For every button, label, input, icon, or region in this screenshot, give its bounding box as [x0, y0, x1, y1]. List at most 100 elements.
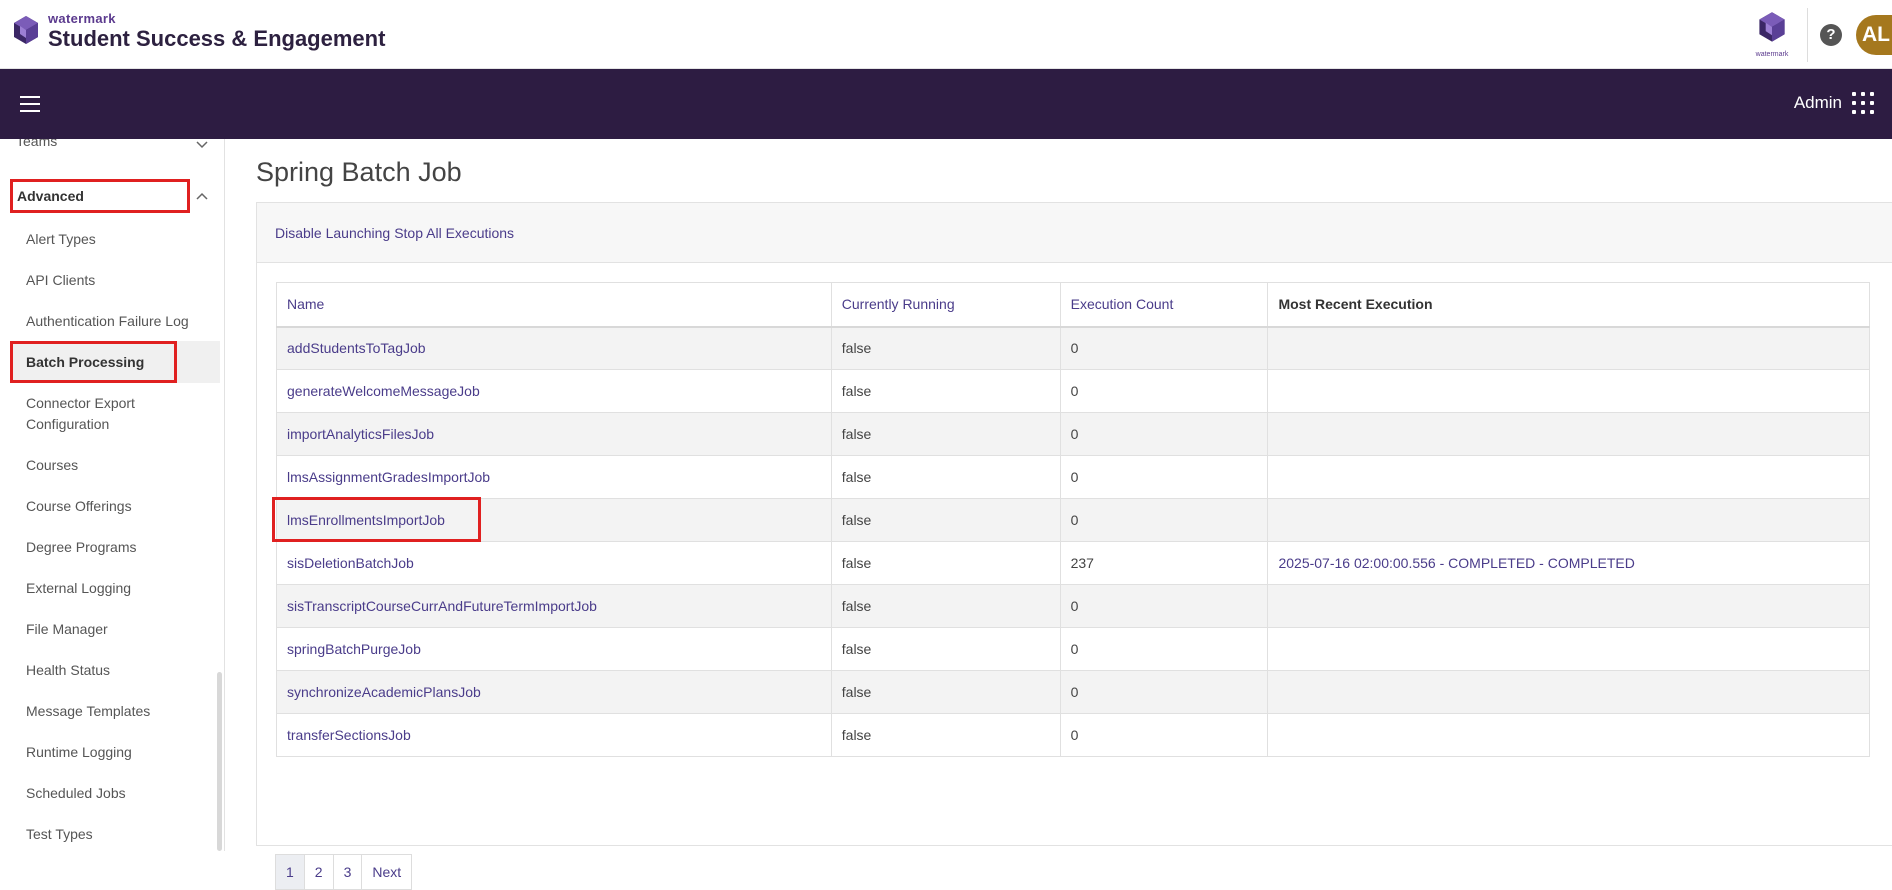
job-name-link[interactable]: sisTranscriptCourseCurrAndFutureTermImpo…: [276, 584, 832, 628]
sidebar-item-file-manager[interactable]: File Manager: [26, 619, 108, 640]
job-name-link[interactable]: lmsEnrollmentsImportJob: [276, 498, 832, 542]
sidebar-item-message-templates[interactable]: Message Templates: [26, 701, 150, 722]
currently-running-cell: false: [830, 713, 1061, 757]
most-recent-execution-cell: [1267, 584, 1870, 628]
navbar: Admin: [0, 69, 1892, 139]
execution-count-cell: 0: [1059, 498, 1269, 542]
table-row: lmsEnrollmentsImportJob false 0: [276, 498, 1870, 542]
header-divider: [1807, 7, 1808, 62]
sidebar-section-advanced[interactable]: Advanced: [10, 179, 190, 213]
job-name-link[interactable]: addStudentsToTagJob: [276, 326, 832, 370]
most-recent-execution-cell: [1267, 498, 1870, 542]
most-recent-execution-cell: [1267, 326, 1870, 370]
job-name-link[interactable]: importAnalyticsFilesJob: [276, 412, 832, 456]
watermark-badge: watermark: [1751, 8, 1793, 62]
job-name-link[interactable]: transferSectionsJob: [276, 713, 832, 757]
sidebar-scrollbar[interactable]: [217, 672, 222, 851]
column-header-name[interactable]: Name: [276, 282, 832, 328]
most-recent-execution-cell: [1267, 369, 1870, 413]
sidebar-item-authentication-failure-log[interactable]: Authentication Failure Log: [26, 311, 189, 332]
job-name-link[interactable]: lmsAssignmentGradesImportJob: [276, 455, 832, 499]
currently-running-cell: false: [830, 369, 1061, 413]
currently-running-cell: false: [830, 627, 1061, 671]
sidebar-item-connector-export[interactable]: Connector Export: [26, 393, 135, 414]
sidebar: Teams Advanced Alert Types API Clients A…: [0, 139, 225, 851]
table-row: springBatchPurgeJob false 0: [276, 627, 1870, 671]
execution-count-cell: 0: [1059, 412, 1269, 456]
brand[interactable]: watermark Student Success & Engagement: [10, 12, 385, 52]
currently-running-cell: false: [830, 455, 1061, 499]
execution-count-cell: 0: [1059, 455, 1269, 499]
execution-count-cell: 0: [1059, 627, 1269, 671]
panel-actions: Disable Launching Stop All Executions: [257, 203, 1892, 263]
sidebar-item-connector-export-configuration[interactable]: Configuration: [26, 414, 109, 435]
table-header-row: Name Currently Running Execution Count M…: [276, 282, 1870, 328]
table-row: sisDeletionBatchJob false 237 2025-07-16 02…: [276, 541, 1870, 585]
sidebar-item-degree-programs[interactable]: Degree Programs: [26, 537, 137, 558]
page-3-button[interactable]: 3: [332, 854, 363, 890]
table-row: synchronizeAcademicPlansJob false 0: [276, 670, 1870, 714]
sidebar-item-course-offerings[interactable]: Course Offerings: [26, 496, 132, 517]
sidebar-item-health-status[interactable]: Health Status: [26, 660, 110, 681]
table-row: addStudentsToTagJob false 0: [276, 326, 1870, 370]
table-row: lmsAssignmentGradesImportJob false 0: [276, 455, 1870, 499]
currently-running-cell: false: [830, 412, 1061, 456]
most-recent-execution-cell: [1267, 627, 1870, 671]
sidebar-item-alert-types[interactable]: Alert Types: [26, 229, 96, 250]
brand-small-text: watermark: [48, 11, 116, 26]
column-header-currently-running[interactable]: Currently Running: [830, 282, 1061, 328]
job-name-link[interactable]: springBatchPurgeJob: [276, 627, 832, 671]
main-content: Spring Batch Job Disable Launching Stop …: [226, 139, 1892, 890]
execution-count-cell: 0: [1059, 670, 1269, 714]
sidebar-item-scheduled-jobs[interactable]: Scheduled Jobs: [26, 783, 126, 804]
column-header-most-recent-execution[interactable]: Most Recent Execution: [1267, 282, 1870, 328]
sidebar-item-runtime-logging[interactable]: Runtime Logging: [26, 742, 132, 763]
currently-running-cell: false: [830, 326, 1061, 370]
chevron-down-icon[interactable]: [196, 141, 208, 149]
table-row: transferSectionsJob false 0: [276, 713, 1870, 757]
execution-count-cell: 0: [1059, 369, 1269, 413]
stop-all-executions-link[interactable]: Stop All Executions: [394, 225, 514, 241]
chevron-up-icon[interactable]: [196, 192, 208, 200]
sidebar-item-external-logging[interactable]: External Logging: [26, 578, 131, 599]
page-1-button[interactable]: 1: [275, 854, 305, 890]
job-name-link[interactable]: generateWelcomeMessageJob: [276, 369, 832, 413]
sidebar-item-test-types[interactable]: Test Types: [26, 824, 93, 845]
job-name-link[interactable]: synchronizeAcademicPlansJob: [276, 670, 832, 714]
table-row: sisTranscriptCourseCurrAndFutureTermImpo…: [276, 584, 1870, 628]
watermark-caption: watermark: [1755, 50, 1789, 58]
sidebar-item-batch-processing[interactable]: Batch Processing: [10, 341, 177, 383]
job-name-link[interactable]: sisDeletionBatchJob: [276, 541, 832, 585]
column-header-execution-count[interactable]: Execution Count: [1059, 282, 1269, 328]
most-recent-execution-cell: 2025-07-16 02:00:00.556 - COMPLETED - CO…: [1267, 541, 1870, 585]
top-header: watermark Student Success & Engagement w…: [0, 0, 1892, 69]
execution-count-cell: 237: [1059, 541, 1269, 585]
execution-count-cell: 0: [1059, 326, 1269, 370]
apps-grid-icon[interactable]: [1852, 92, 1874, 114]
sidebar-item-courses[interactable]: Courses: [26, 455, 78, 476]
pagination: 1 2 3 Next: [275, 854, 413, 890]
table-row: importAnalyticsFilesJob false 0: [276, 412, 1870, 456]
avatar[interactable]: AL: [1856, 14, 1892, 55]
help-icon[interactable]: ?: [1820, 23, 1842, 46]
sidebar-item-teams[interactable]: Teams: [16, 139, 57, 149]
page-title: Spring Batch Job: [256, 157, 462, 187]
most-recent-execution-cell: [1267, 455, 1870, 499]
execution-count-cell: 0: [1059, 713, 1269, 757]
currently-running-cell: false: [830, 670, 1061, 714]
most-recent-execution-cell: [1267, 412, 1870, 456]
hamburger-menu-icon[interactable]: [20, 96, 40, 112]
currently-running-cell: false: [830, 498, 1061, 542]
watermark-badge-icon: [1759, 11, 1785, 42]
batch-jobs-table: Name Currently Running Execution Count M…: [276, 282, 1870, 757]
disable-launching-link[interactable]: Disable Launching: [275, 225, 390, 241]
most-recent-execution-cell: [1267, 670, 1870, 714]
currently-running-cell: false: [830, 541, 1061, 585]
watermark-logo-icon: [14, 16, 38, 44]
table-row: generateWelcomeMessageJob false 0: [276, 369, 1870, 413]
page-2-button[interactable]: 2: [303, 854, 334, 890]
next-page-button[interactable]: Next: [361, 854, 413, 890]
sidebar-item-api-clients[interactable]: API Clients: [26, 270, 95, 291]
admin-label[interactable]: Admin: [1794, 93, 1842, 113]
batch-job-panel: Disable Launching Stop All Executions Na…: [256, 202, 1892, 890]
